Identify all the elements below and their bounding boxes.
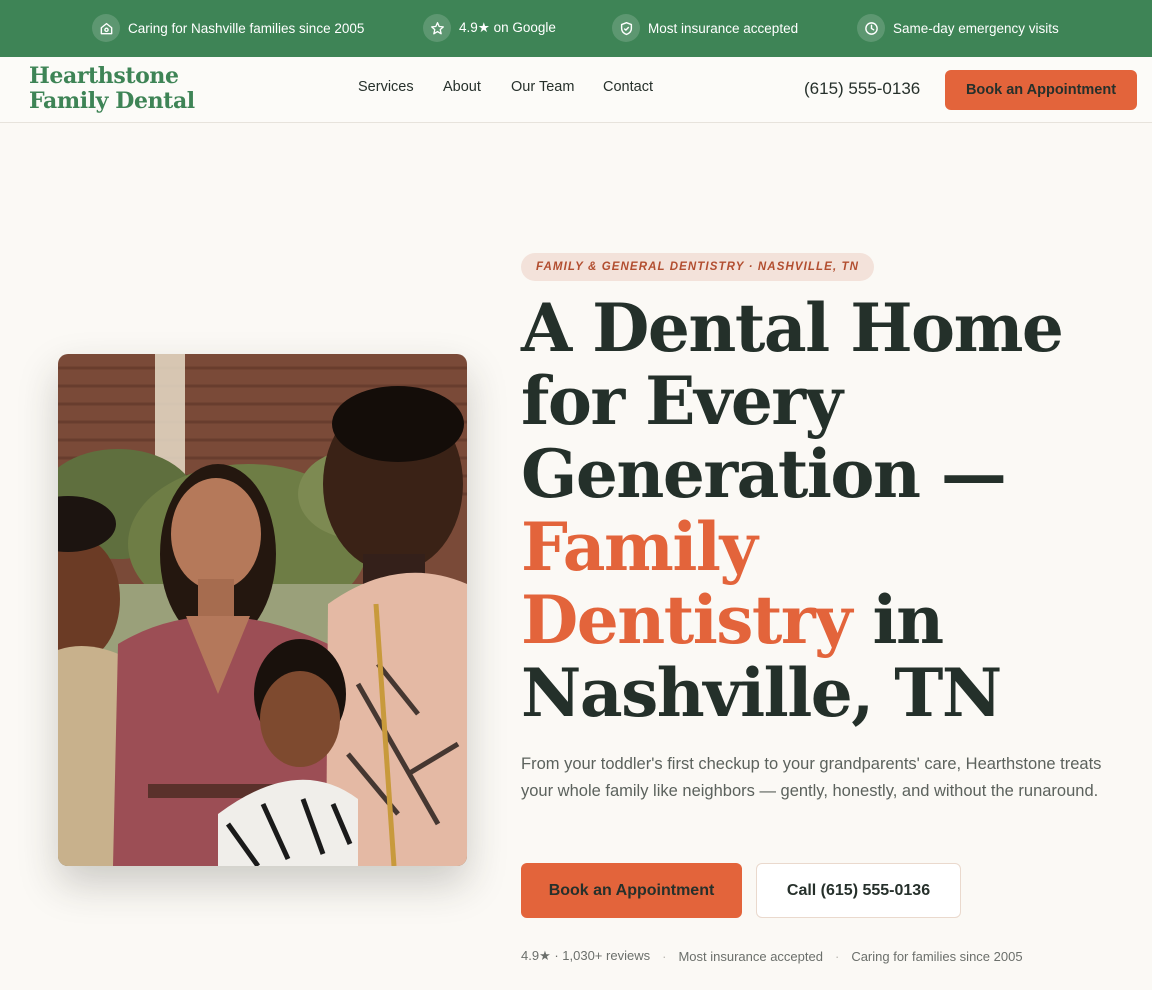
nav-contact[interactable]: Contact: [603, 79, 653, 95]
info-item-rating: 4.9★ on Google: [423, 13, 556, 43]
headline-line-3: Generation —: [521, 435, 1007, 513]
trust-since: Caring for families since 2005: [851, 948, 1023, 964]
trust-separator: ·: [834, 948, 840, 964]
home-heart-icon: [92, 14, 120, 42]
info-text-rating: 4.9★ on Google: [459, 20, 556, 35]
shield-check-icon: [612, 14, 640, 42]
header-book-appointment-button[interactable]: Book an Appointment: [945, 70, 1137, 110]
trust-reviews: 4.9★ · 1,030+ reviews: [521, 948, 651, 963]
headline-line-2: for Every: [521, 362, 843, 440]
info-text-since: Caring for Nashville families since 2005: [128, 20, 365, 36]
clock-icon: [857, 14, 885, 42]
headline-after-accent: in: [851, 581, 945, 659]
headline-accent-1: Family: [521, 508, 758, 586]
info-item-insurance: Most insurance accepted: [612, 13, 798, 43]
hero-subtext: From your toddler's first checkup to you…: [521, 755, 1102, 800]
nav-about[interactable]: About: [443, 79, 481, 95]
trust-row: 4.9★ · 1,030+ reviews · Most insurance a…: [521, 948, 1023, 964]
headline-line-5: Nashville, TN: [521, 654, 1002, 732]
site-header: Hearthstone Family Dental Services About…: [0, 57, 1152, 123]
header-phone-link[interactable]: (615) 555-0136: [804, 79, 920, 99]
hero-headline: A Dental Home for Every Generation — Fam…: [521, 292, 1141, 730]
hero-book-appointment-button[interactable]: Book an Appointment: [521, 863, 742, 918]
trust-separator: ·: [662, 948, 667, 964]
nav-services[interactable]: Services: [358, 79, 414, 95]
hero-call-button[interactable]: Call (615) 555-0136: [756, 863, 961, 918]
nav-our-team[interactable]: Our Team: [511, 79, 574, 95]
hero-eyebrow-badge: FAMILY & GENERAL DENTISTRY · NASHVILLE, …: [521, 253, 875, 281]
info-item-since: Caring for Nashville families since 2005: [92, 13, 364, 43]
hero-family-photo: [58, 354, 467, 866]
info-item-emergency: Same-day emergency visits: [857, 13, 1059, 43]
headline-accent-2: Dentistry: [521, 581, 853, 659]
star-icon: [423, 14, 451, 42]
info-text-emergency: Same-day emergency visits: [893, 20, 1059, 36]
info-text-insurance: Most insurance accepted: [648, 20, 799, 36]
headline-line-1: A Dental Home: [521, 289, 1064, 367]
top-info-bar: Caring for Nashville families since 2005…: [0, 0, 1152, 57]
trust-insurance: Most insurance accepted: [678, 948, 823, 964]
